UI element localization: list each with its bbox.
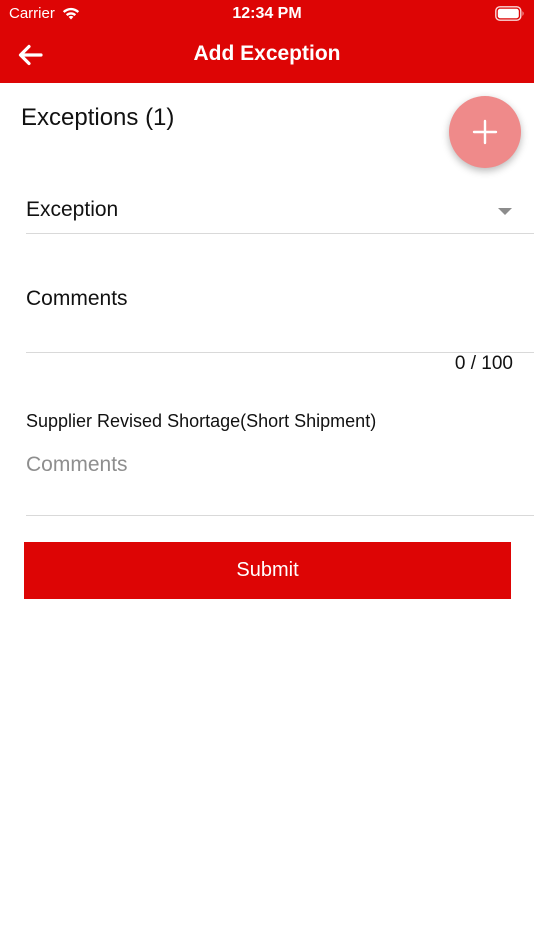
comments-input[interactable] — [26, 284, 516, 314]
exceptions-title: Exceptions (1) — [21, 104, 175, 131]
status-bar: Carrier 12:34 PM — [0, 0, 534, 28]
page-title: Add Exception — [193, 42, 341, 65]
supplier-shortage-label: Supplier Revised Shortage(Short Shipment… — [26, 411, 377, 431]
caret-down-icon — [498, 208, 512, 215]
supplier-comments-input[interactable] — [26, 450, 516, 480]
exception-dropdown[interactable]: Exception — [26, 190, 534, 234]
battery-icon — [495, 6, 524, 21]
exception-dropdown-label: Exception — [26, 198, 119, 221]
add-exception-button[interactable] — [449, 96, 521, 168]
app-header: Carrier 12:34 PM Add Exception — [0, 0, 534, 83]
comments-char-counter: 0 / 100 — [454, 353, 513, 374]
supplier-comments-field — [26, 440, 534, 516]
plus-icon — [472, 119, 498, 145]
nav-bar: Add Exception — [0, 30, 534, 80]
submit-button[interactable]: Submit — [24, 542, 511, 599]
status-time: 12:34 PM — [232, 5, 302, 22]
comments-field — [26, 270, 534, 353]
